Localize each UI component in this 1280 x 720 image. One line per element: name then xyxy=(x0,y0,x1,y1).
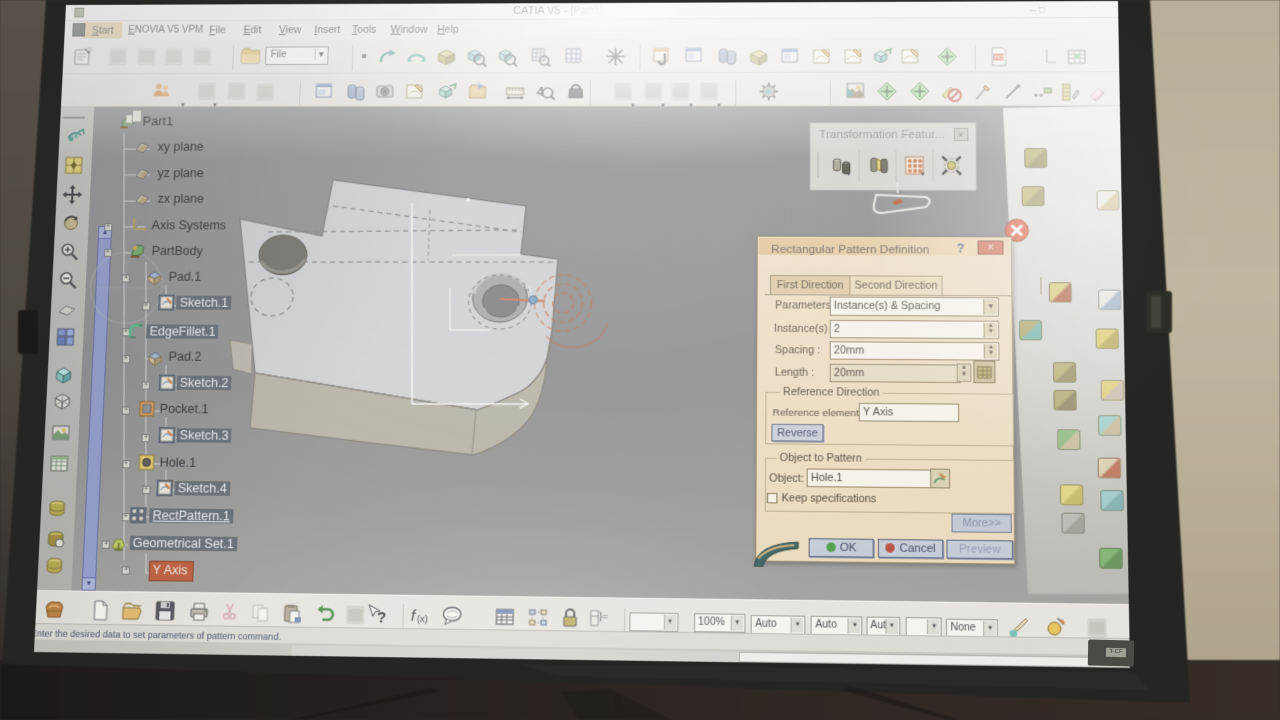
svg-text:(x): (x) xyxy=(417,613,428,624)
svg-text:?: ? xyxy=(377,610,387,627)
svg-text:}=: }= xyxy=(599,611,608,622)
